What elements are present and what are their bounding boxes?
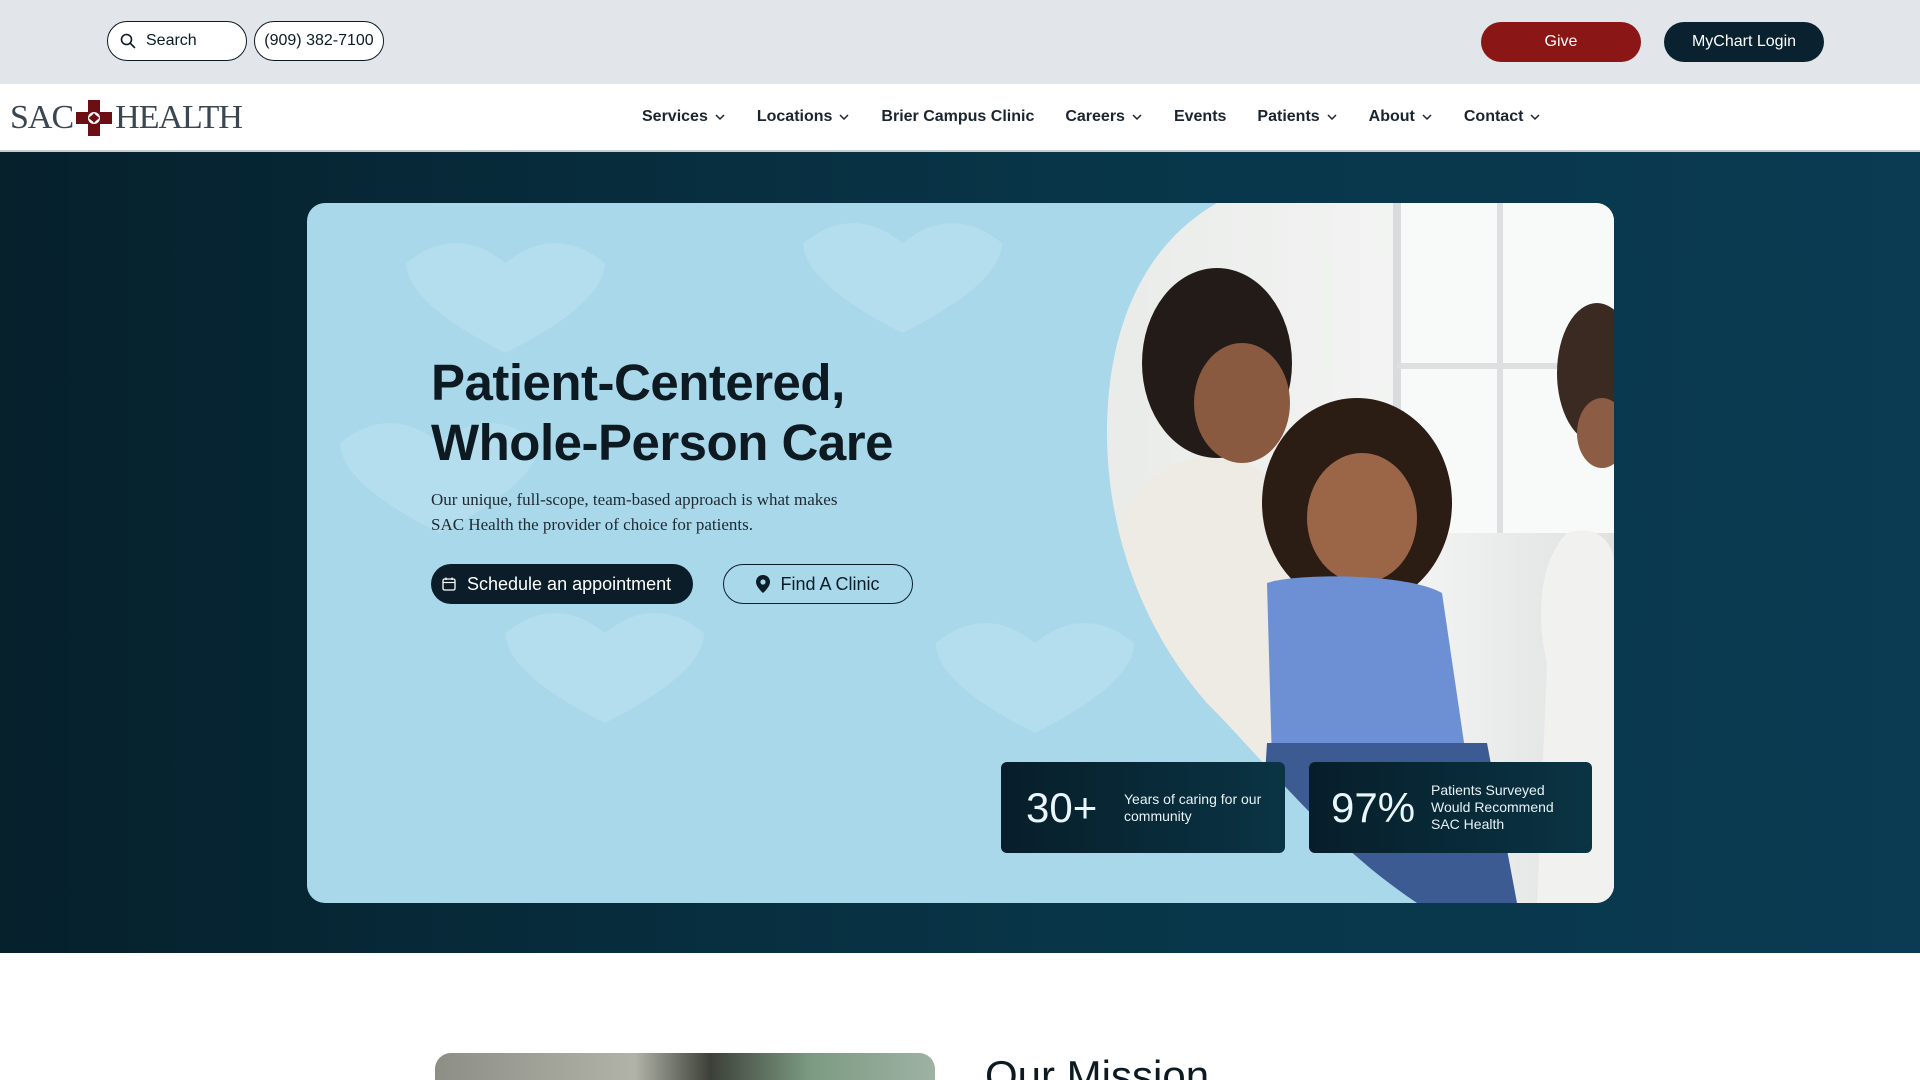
stat-label: Patients Surveyed Would Recommend SAC He… <box>1431 782 1554 832</box>
nav-menu: Services Locations Brier Campus Clinic C… <box>642 84 1572 150</box>
stat-card-recommend: 97% Patients Surveyed Would Recommend SA… <box>1309 762 1592 853</box>
chevron-down-icon <box>715 114 725 121</box>
sac-health-logo[interactable]: SAC HEALTH <box>10 98 243 138</box>
give-button[interactable]: Give <box>1481 22 1641 62</box>
schedule-appointment-button[interactable]: Schedule an appointment <box>431 564 693 604</box>
nav-item-label: Contact <box>1463 108 1524 125</box>
nav-item-label: Locations <box>756 108 833 125</box>
stat-label: Years of caring for our community <box>1124 790 1262 824</box>
chevron-down-icon <box>1132 114 1142 121</box>
hero-subtitle: Our unique, full-scope, team-based appro… <box>431 490 838 534</box>
stat-card-years: 30+ Years of caring for our community <box>1001 762 1285 853</box>
nav-item-contact[interactable]: Contact <box>1464 108 1542 126</box>
nav-item-events[interactable]: Events <box>1174 108 1226 126</box>
hero-section: Patient-Centered, Whole-Person Care Our … <box>0 152 1920 953</box>
stat-number: 30+ <box>1026 783 1098 831</box>
hero-title-line-2: Whole-Person Care <box>431 414 893 471</box>
logo-text-right: HEALTH <box>115 99 243 136</box>
cross-logo-icon <box>76 100 113 136</box>
nav-item-label: Careers <box>1065 108 1125 125</box>
nav-item-label: About <box>1368 108 1415 125</box>
logo-text-left: SAC <box>10 99 74 136</box>
nav-item-label: Brier Campus Clinic <box>881 108 1035 125</box>
search-button[interactable]: Search <box>107 21 247 61</box>
search-label: Search <box>146 32 197 49</box>
mission-image <box>435 1053 935 1080</box>
nav-item-label: Services <box>642 108 708 125</box>
nav-item-label: Patients <box>1257 108 1320 125</box>
mychart-label: MyChart Login <box>1691 33 1797 50</box>
main-navigation: SAC HEALTH Services Locations Brier Camp… <box>0 84 1920 152</box>
mission-title: Our Mission <box>985 1052 1210 1080</box>
phone-link[interactable]: (909) 382-7100 <box>254 21 384 61</box>
chevron-down-icon <box>1530 114 1540 121</box>
nav-item-about[interactable]: About <box>1369 108 1433 126</box>
nav-item-services[interactable]: Services <box>642 108 726 126</box>
hero-title-line-1: Patient-Centered, <box>431 354 845 411</box>
utility-bar: Search (909) 382-7100 Give MyChart Login <box>0 0 1920 84</box>
chevron-down-icon <box>1327 114 1337 121</box>
mychart-login-button[interactable]: MyChart Login <box>1664 22 1824 62</box>
nav-item-patients[interactable]: Patients <box>1257 108 1337 126</box>
nav-item-brier-campus-clinic[interactable]: Brier Campus Clinic <box>881 108 1034 126</box>
nav-item-careers[interactable]: Careers <box>1065 108 1143 126</box>
hero-title: Patient-Centered, Whole-Person Care <box>431 353 893 473</box>
hero-card: Patient-Centered, Whole-Person Care Our … <box>307 203 1614 903</box>
chevron-down-icon <box>839 114 849 121</box>
location-pin-icon <box>756 575 771 593</box>
give-label: Give <box>1544 33 1578 50</box>
schedule-label: Schedule an appointment <box>467 573 672 594</box>
find-clinic-button[interactable]: Find A Clinic <box>723 564 913 604</box>
nav-item-label: Events <box>1173 108 1227 125</box>
stat-number: 97% <box>1331 783 1416 831</box>
search-icon <box>120 33 136 49</box>
find-clinic-label: Find A Clinic <box>780 573 880 594</box>
nav-item-locations[interactable]: Locations <box>757 108 851 126</box>
chevron-down-icon <box>1422 114 1432 121</box>
calendar-icon <box>442 577 456 591</box>
phone-number: (909) 382-7100 <box>264 32 374 49</box>
